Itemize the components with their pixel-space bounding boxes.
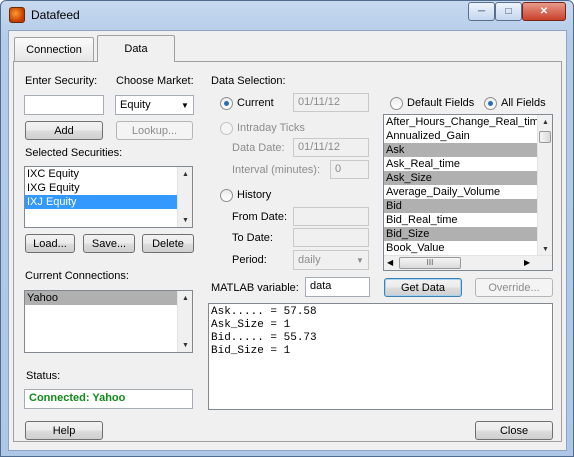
status-label: Status: [26,370,61,382]
choose-market-label: Choose Market: [116,75,194,87]
output-line: Bid..... = 55.73 [211,332,317,344]
close-button[interactable]: Close [475,421,553,440]
list-item[interactable]: IXG Equity [25,181,192,195]
list-item[interactable]: Ask_Real_time [384,157,538,171]
override-button[interactable]: Override... [475,278,553,297]
list-item[interactable]: Ask_Size [384,171,538,185]
hscroll-thumb[interactable]: III [399,257,461,269]
output-line: Ask_Size = 1 [211,319,291,331]
history-radio[interactable] [220,189,233,202]
output-line: Ask..... = 57.58 [211,306,317,318]
tab-data[interactable]: Data [97,35,175,62]
list-item[interactable]: Ask [384,143,538,157]
maximize-icon: □ [505,6,512,17]
fields-vscrollbar[interactable]: ▲ ▼ [537,115,552,256]
tab-connection[interactable]: Connection [14,37,94,61]
selected-securities-label: Selected Securities: [25,147,123,159]
to-date-label: To Date: [232,232,273,244]
close-window-button[interactable]: ✕ [522,2,566,21]
list-item[interactable]: IXC Equity [25,167,192,181]
connections-scrollbar[interactable]: ▲ ▼ [177,291,192,352]
default-fields-label[interactable]: Default Fields [407,97,474,109]
fields-hscrollbar[interactable]: ◀ III ▶ [384,255,552,270]
scroll-down-icon[interactable]: ▼ [178,338,192,352]
scroll-up-icon[interactable]: ▲ [178,167,192,181]
scroll-down-icon[interactable]: ▼ [538,242,552,256]
list-item[interactable]: Book_Value [384,241,538,255]
all-fields-label[interactable]: All Fields [501,97,546,109]
all-fields-radio[interactable] [484,97,497,110]
matlab-variable-label: MATLAB variable: [211,282,299,294]
fields-list[interactable]: After_Hours_Change_Real_time Annualized_… [383,114,553,271]
list-item[interactable]: Average_Daily_Volume [384,185,538,199]
minimize-icon: ─ [477,6,486,17]
window-title: Datafeed [31,8,80,22]
current-radio[interactable] [220,97,233,110]
default-fields-radio[interactable] [390,97,403,110]
help-button[interactable]: Help [25,421,103,440]
list-item[interactable]: Annualized_Gain [384,129,538,143]
security-input[interactable] [24,95,104,115]
chevron-down-icon: ▼ [181,100,189,110]
scroll-left-icon[interactable]: ◀ [387,258,393,267]
add-button[interactable]: Add [25,121,103,140]
title-bar[interactable]: Datafeed ─ □ ✕ [1,1,573,29]
get-data-button[interactable]: Get Data [384,278,462,297]
scroll-down-icon[interactable]: ▼ [178,213,192,227]
current-date-field: 01/11/12 [293,93,369,112]
list-item[interactable]: After_Hours_Change_Real_time [384,115,538,129]
market-select[interactable]: Equity ▼ [115,95,194,115]
from-date-field [293,207,369,226]
current-radio-label[interactable]: Current [237,97,274,109]
data-date-field: 01/11/12 [293,138,369,157]
interval-label: Interval (minutes): [232,164,321,176]
save-button[interactable]: Save... [83,234,135,253]
from-date-label: From Date: [232,211,288,223]
period-select-value: daily [298,254,321,266]
matlab-variable-input[interactable]: data [305,277,370,297]
delete-button[interactable]: Delete [142,234,194,253]
intraday-radio-label[interactable]: Intraday Ticks [237,122,305,134]
enter-security-label: Enter Security: [25,75,98,87]
scroll-up-icon[interactable]: ▲ [178,291,192,305]
list-item[interactable]: Yahoo [25,291,177,305]
interval-field: 0 [330,160,369,179]
list-item[interactable]: Bid_Size [384,227,538,241]
load-button[interactable]: Load... [25,234,75,253]
data-tab-panel: Enter Security: Choose Market: Equity ▼ … [13,61,562,442]
period-label: Period: [232,254,267,266]
current-connections-label: Current Connections: [25,270,129,282]
history-radio-label[interactable]: History [237,189,271,201]
fields-items: After_Hours_Change_Real_time Annualized_… [384,115,538,255]
minimize-button[interactable]: ─ [468,2,495,21]
connections-list[interactable]: Yahoo ▲ ▼ [24,290,193,353]
scroll-right-icon[interactable]: ▶ [524,258,530,267]
status-value: Connected: Yahoo [24,389,193,409]
close-icon: ✕ [539,6,549,17]
output-area[interactable]: Ask..... = 57.58 Ask_Size = 1 Bid..... =… [208,303,553,410]
securities-scrollbar[interactable]: ▲ ▼ [177,167,192,227]
period-select[interactable]: daily ▼ [293,250,369,270]
scroll-thumb[interactable] [539,131,551,143]
market-select-value: Equity [120,99,151,111]
to-date-field [293,228,369,247]
maximize-button[interactable]: □ [495,2,522,21]
data-date-label: Data Date: [232,142,285,154]
output-line: Bid_Size = 1 [211,345,291,357]
data-selection-label: Data Selection: [211,75,286,87]
list-item[interactable]: Bid_Real_time [384,213,538,227]
chevron-down-icon: ▼ [356,255,364,265]
list-item[interactable]: IXJ Equity [25,195,177,209]
scroll-up-icon[interactable]: ▲ [538,115,552,129]
datafeed-window: Datafeed ─ □ ✕ Connection Data Enter Sec… [0,0,574,457]
lookup-button[interactable]: Lookup... [116,121,193,140]
matlab-icon [9,7,25,23]
intraday-radio[interactable] [220,122,233,135]
selected-securities-list[interactable]: IXC Equity IXG Equity IXJ Equity ▲ ▼ [24,166,193,228]
list-item[interactable]: Bid [384,199,538,213]
client-area: Connection Data Enter Security: Choose M… [8,30,567,451]
